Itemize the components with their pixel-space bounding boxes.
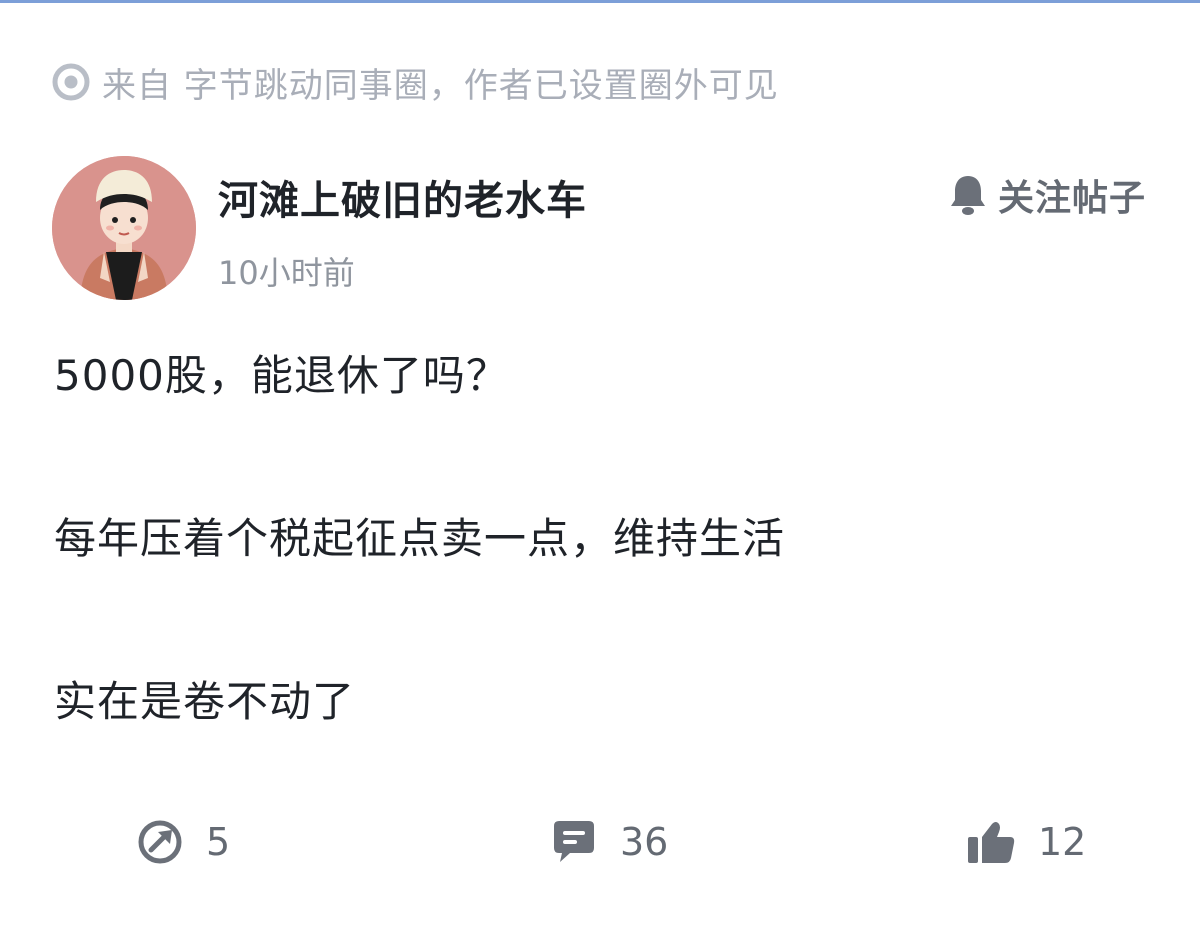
circle-dot-icon — [52, 63, 90, 101]
post-line: 5000股，能退休了吗？ — [54, 351, 509, 400]
top-divider — [0, 0, 1200, 3]
share-icon — [138, 820, 182, 864]
bell-icon — [948, 173, 988, 217]
source-text: 来自 字节跳动同事圈，作者已设置圈外可见 — [102, 65, 779, 106]
like-button[interactable]: 12 — [966, 812, 1086, 872]
comment-count: 36 — [620, 820, 669, 864]
comment-button[interactable]: 36 — [550, 812, 668, 872]
author-name[interactable]: 河滩上破旧的老水车 — [218, 168, 587, 226]
post-content: 5000股，能退休了吗？ 每年压着个税起征点卖一点，维持生活 实在是卷不动了 — [54, 346, 1144, 835]
post-line: 实在是卷不动了 — [54, 677, 356, 726]
source-notice: 来自 字节跳动同事圈，作者已设置圈外可见 — [52, 58, 779, 106]
cartoon-avatar — [52, 156, 196, 300]
post-time: 10小时前 — [218, 254, 355, 292]
action-bar: 5 36 12 — [0, 812, 1200, 872]
thumbs-up-icon — [968, 822, 1015, 863]
like-count: 12 — [1038, 820, 1087, 864]
avatar[interactable] — [52, 156, 196, 300]
share-count: 5 — [206, 820, 231, 864]
follow-post-label: 关注帖子 — [997, 178, 1146, 219]
comment-icon — [554, 821, 594, 862]
post-line: 每年压着个税起征点卖一点，维持生活 — [54, 514, 786, 563]
share-button[interactable]: 5 — [136, 812, 230, 872]
follow-post-button[interactable]: 关注帖子 — [948, 170, 1146, 220]
